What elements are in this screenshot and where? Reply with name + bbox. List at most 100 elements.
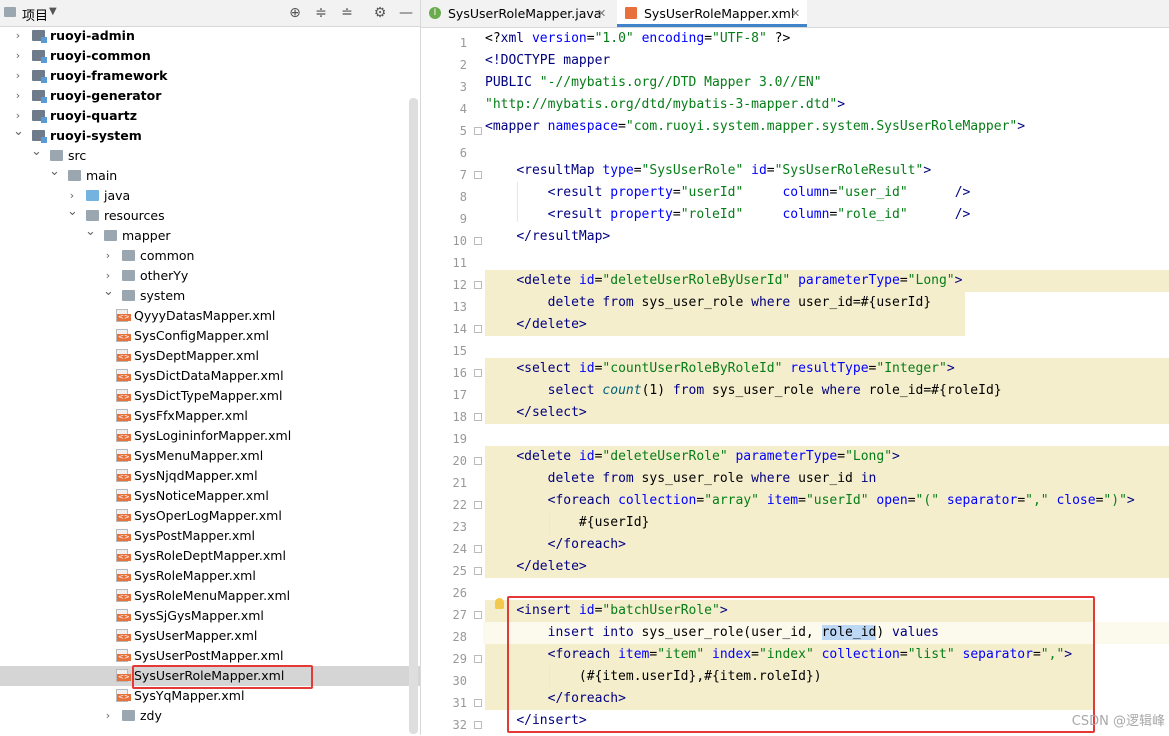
tree-file-item[interactable]: SysFfxMapper.xml: [0, 406, 420, 426]
xml-file-icon: [116, 509, 131, 522]
tree-folder-item[interactable]: ⌄ mapper: [0, 224, 420, 246]
fold-marker-icon[interactable]: [474, 457, 482, 465]
fold-marker-icon[interactable]: [474, 325, 482, 333]
tree-folder-item[interactable]: ⌄ resources: [0, 204, 420, 226]
tree-file-item[interactable]: SysUserMapper.xml: [0, 626, 420, 646]
tab-xml[interactable]: SysUserRoleMapper.xml ✕: [617, 0, 807, 27]
tab-java[interactable]: I SysUserRoleMapper.java ✕: [421, 0, 611, 27]
code-token: <delete: [516, 273, 579, 288]
tree-file-item[interactable]: SysDictDataMapper.xml: [0, 366, 420, 386]
fold-marker-icon[interactable]: [474, 721, 482, 729]
fold-marker-icon[interactable]: [474, 611, 482, 619]
tree-folder-item[interactable]: › ruoyi-generator: [0, 86, 420, 106]
chevron-right-icon[interactable]: ›: [13, 46, 23, 66]
tree-file-item[interactable]: SysUserPostMapper.xml: [0, 646, 420, 666]
chevron-down-icon[interactable]: ⌄: [103, 282, 114, 302]
tree-file-item[interactable]: SysRoleMapper.xml: [0, 566, 420, 586]
code-line: <delete id = "deleteUserRole" parameterTyp…: [485, 446, 900, 468]
xml-file-icon: [116, 349, 131, 362]
fold-marker-icon[interactable]: [474, 501, 482, 509]
tree-folder-item[interactable]: › otherYy: [0, 266, 420, 286]
tree-file-item[interactable]: SysYqMapper.xml: [0, 686, 420, 706]
chevron-right-icon[interactable]: ›: [13, 86, 23, 106]
tree-folder-item[interactable]: › java: [0, 186, 420, 206]
tree-file-item[interactable]: SysMenuMapper.xml: [0, 446, 420, 466]
tree-file-item[interactable]: SysDictTypeMapper.xml: [0, 386, 420, 406]
hide-icon[interactable]: —: [397, 4, 415, 22]
close-icon[interactable]: ✕: [791, 0, 800, 27]
settings-icon[interactable]: ⚙: [371, 4, 389, 22]
code-line: </foreach>: [485, 534, 626, 556]
line-number: 8: [459, 190, 467, 204]
tree-file-item[interactable]: SysConfigMapper.xml: [0, 326, 420, 346]
fold-marker-icon[interactable]: [474, 369, 482, 377]
fold-marker-icon[interactable]: [474, 237, 482, 245]
tree-folder-item[interactable]: ⌄ ruoyi-system: [0, 124, 420, 146]
tree-item-label: zdy: [140, 708, 162, 723]
tree-folder-item[interactable]: › ruoyi-quartz: [0, 106, 420, 126]
chevron-right-icon[interactable]: ›: [13, 26, 23, 46]
code-token: "deleteUserRoleByUserId": [602, 273, 791, 288]
tree-folder-item[interactable]: › ruoyi-framework: [0, 66, 420, 86]
tree-file-item[interactable]: SysLogininforMapper.xml: [0, 426, 420, 446]
chevron-down-icon[interactable]: ▼: [49, 6, 57, 17]
code-token: =: [766, 163, 775, 178]
tree-file-item[interactable]: SysNoticeMapper.xml: [0, 486, 420, 506]
project-folder-icon: [4, 7, 16, 17]
line-number: 2: [459, 58, 467, 72]
module-folder-icon: [32, 30, 47, 43]
tree-file-item[interactable]: SysRoleMenuMapper.xml: [0, 586, 420, 606]
fold-marker-icon[interactable]: [474, 545, 482, 553]
chevron-down-icon[interactable]: ⌄: [67, 202, 78, 222]
close-icon[interactable]: ✕: [597, 0, 606, 27]
fold-marker-icon[interactable]: [474, 567, 482, 575]
tree-file-item[interactable]: SysPostMapper.xml: [0, 526, 420, 546]
project-scrollbar[interactable]: [409, 98, 418, 734]
chevron-down-icon[interactable]: ⌄: [85, 222, 96, 242]
chevron-right-icon[interactable]: ›: [13, 66, 23, 86]
tree-file-item[interactable]: SysDeptMapper.xml: [0, 346, 420, 366]
fold-marker-icon[interactable]: [474, 413, 482, 421]
code-token: =: [586, 31, 595, 46]
tree-folder-item[interactable]: ⌄ main: [0, 164, 420, 186]
chevron-down-icon[interactable]: ⌄: [31, 142, 42, 162]
xml-file-icon: [116, 309, 131, 322]
tree-file-item[interactable]: SysOperLogMapper.xml: [0, 506, 420, 526]
code-token: =: [798, 493, 806, 508]
line-number: 29: [452, 652, 467, 666]
tree-file-item[interactable]: SysNjqdMapper.xml: [0, 466, 420, 486]
tree-folder-item[interactable]: › ruoyi-common: [0, 46, 420, 66]
fold-marker-icon[interactable]: [474, 699, 482, 707]
tree-file-item[interactable]: SysSjGysMapper.xml: [0, 606, 420, 626]
collapse-all-icon[interactable]: ≐: [338, 4, 356, 22]
code-token: <select: [516, 361, 579, 376]
lightbulb-icon[interactable]: [495, 598, 504, 609]
tree-file-item[interactable]: QyyyDatasMapper.xml: [0, 306, 420, 326]
expand-all-icon[interactable]: ≑: [312, 4, 330, 22]
chevron-right-icon[interactable]: ›: [103, 246, 113, 266]
fold-marker-icon[interactable]: [474, 171, 482, 179]
tree-folder-item[interactable]: › common: [0, 246, 420, 266]
tree-folder-item[interactable]: › zdy: [0, 706, 420, 726]
chevron-down-icon[interactable]: ⌄: [49, 162, 60, 182]
code-token: version: [531, 31, 587, 46]
fold-marker-icon[interactable]: [474, 281, 482, 289]
code-token: >: [1017, 119, 1026, 134]
line-number: 12: [452, 278, 467, 292]
tree-item-label: SysDictDataMapper.xml: [134, 368, 284, 383]
tree-folder-item[interactable]: ⌄ src: [0, 144, 420, 166]
project-title[interactable]: 项目: [22, 5, 48, 24]
chevron-down-icon[interactable]: ⌄: [13, 122, 24, 142]
code-area[interactable]: <?xml version="1.0" encoding="UTF-8" ?> <…: [483, 28, 1169, 735]
fold-marker-icon[interactable]: [474, 655, 482, 663]
locate-icon[interactable]: ⊕: [286, 4, 304, 22]
chevron-right-icon[interactable]: ›: [103, 706, 113, 726]
fold-marker-icon[interactable]: [474, 127, 482, 135]
highlight-box: [132, 665, 313, 689]
tree-file-item[interactable]: SysRoleDeptMapper.xml: [0, 546, 420, 566]
tree-folder-item[interactable]: ⌄ system: [0, 284, 420, 306]
tree-folder-item[interactable]: › ruoyi-admin: [0, 26, 420, 46]
